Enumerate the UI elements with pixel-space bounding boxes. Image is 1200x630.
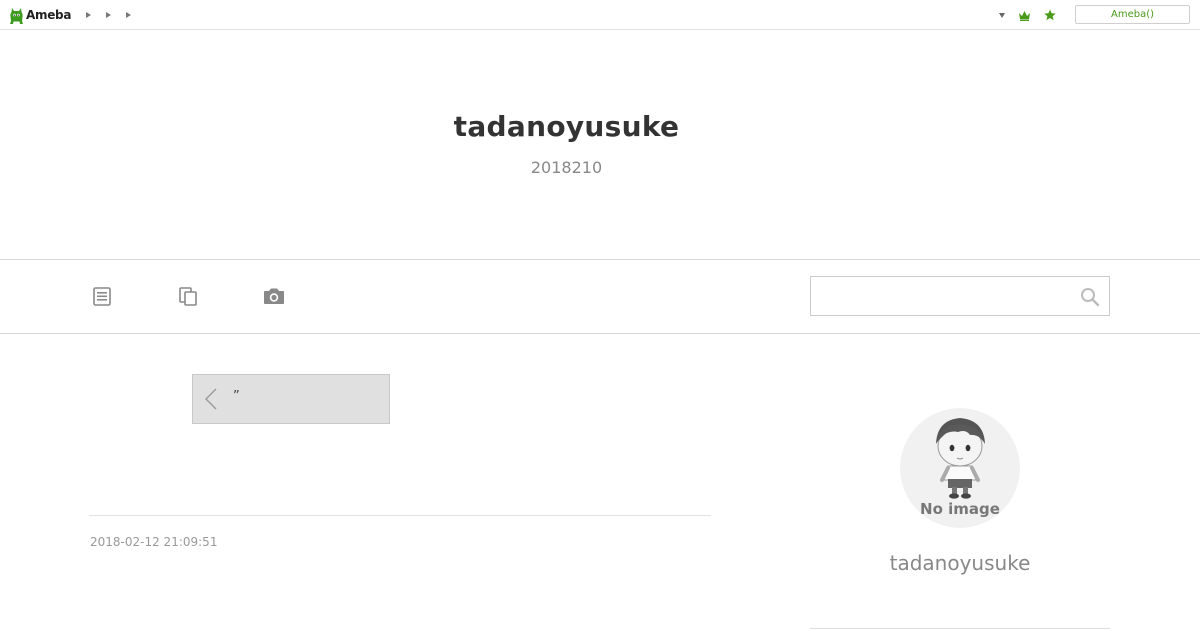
article-list-icon[interactable] — [91, 285, 113, 307]
breadcrumb-arrow-icon[interactable] — [123, 10, 133, 20]
post-date: 2018-02-12 21:09:51 — [90, 535, 218, 549]
star-icon[interactable] — [1044, 0, 1056, 30]
blog-description: 2018210 — [530, 158, 603, 177]
breadcrumb-arrow-icon[interactable] — [103, 10, 113, 20]
previous-entry-link[interactable]: ” — [192, 374, 390, 424]
ameba-mascot-icon — [10, 7, 23, 24]
avatar-placeholder-label: No image — [920, 500, 1000, 518]
sidebar-divider — [810, 628, 1110, 629]
search-input[interactable] — [811, 277, 1073, 315]
chevron-left-icon — [205, 388, 217, 410]
breadcrumb-arrow-icon[interactable] — [83, 10, 93, 20]
previous-entry-label: ” — [233, 388, 240, 404]
global-header: Ameba Ameba() — [0, 0, 1200, 30]
profile-name[interactable]: tadanoyusuke — [810, 551, 1110, 575]
copy-pages-icon[interactable] — [177, 285, 199, 307]
ameba-account-button[interactable]: Ameba() — [1075, 5, 1190, 24]
camera-icon[interactable] — [263, 285, 285, 307]
crown-icon[interactable] — [1018, 0, 1031, 30]
avatar[interactable]: No image — [900, 408, 1020, 528]
search-box — [810, 276, 1110, 316]
blog-title[interactable]: tadanoyusuke — [0, 110, 1133, 143]
content-divider — [89, 515, 711, 516]
search-icon[interactable] — [1079, 286, 1101, 308]
chevron-down-icon[interactable] — [999, 0, 1005, 30]
blog-nav-bar — [0, 259, 1200, 334]
ameba-logo-text: Ameba — [26, 8, 72, 22]
ameba-logo[interactable]: Ameba — [9, 5, 71, 25]
